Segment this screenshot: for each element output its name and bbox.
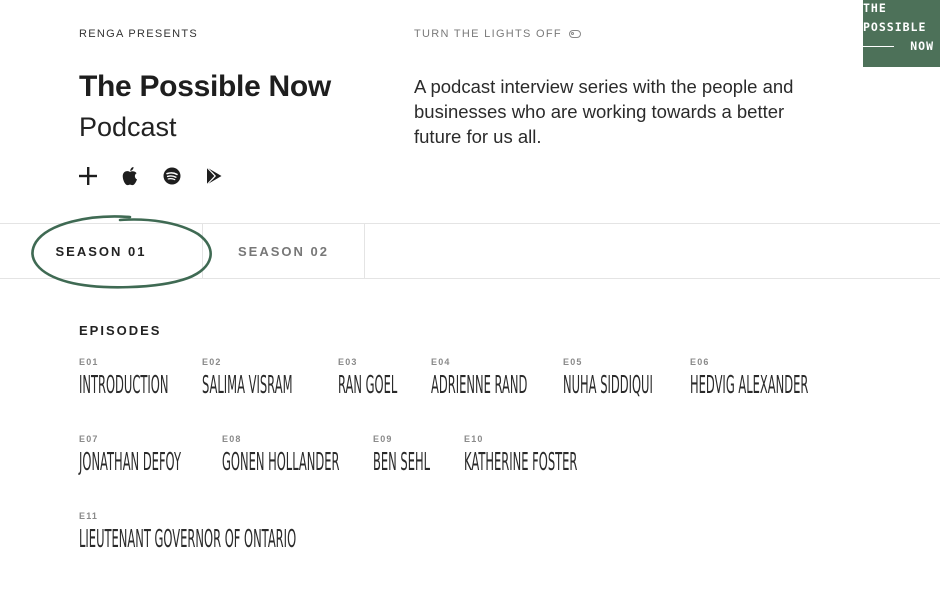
tab-season-02[interactable]: SEASON 02 xyxy=(203,224,365,279)
episode-code: E08 xyxy=(222,434,242,444)
google-play-icon[interactable] xyxy=(204,165,224,187)
episode-link[interactable]: E09 Ben Sehl xyxy=(373,434,431,476)
logo-line-2: POSSIBLE xyxy=(863,20,927,34)
episode-code: E10 xyxy=(464,434,484,444)
episode-code: E03 xyxy=(338,357,358,367)
episode-name: Jonathan Defoy xyxy=(79,447,182,476)
lights-toggle-label: TURN THE LIGHTS OFF xyxy=(414,28,562,40)
page-title: The Possible Now xyxy=(79,70,331,103)
episode-link[interactable]: E10 Katherine Foster xyxy=(464,434,578,476)
logo-rule xyxy=(863,46,894,48)
toggle-icon xyxy=(568,30,581,38)
apple-podcasts-icon[interactable] xyxy=(120,165,140,187)
platform-links xyxy=(78,165,224,187)
episode-name: Hedvig Alexander xyxy=(690,370,809,399)
lights-toggle[interactable]: TURN THE LIGHTS OFF xyxy=(414,28,581,40)
presenter-label: RENGA PRESENTS xyxy=(79,28,199,40)
tab-season-01[interactable]: SEASON 01 xyxy=(0,224,203,279)
episode-link[interactable]: E07 Jonathan Defoy xyxy=(79,434,182,476)
episode-code: E05 xyxy=(563,357,583,367)
episode-name: Ben Sehl xyxy=(373,447,431,476)
episodes-heading: EPISODES xyxy=(79,323,162,338)
episode-name: Introduction xyxy=(79,370,169,399)
episode-link[interactable]: E04 Adrienne Rand xyxy=(431,357,528,399)
episode-code: E07 xyxy=(79,434,99,444)
episode-link[interactable]: E01 Introduction xyxy=(79,357,169,399)
episode-name: Nuha Siddiqui xyxy=(563,370,653,399)
episode-name: Salima Visram xyxy=(202,370,293,399)
episode-name: Katherine Foster xyxy=(464,447,578,476)
episode-name: Gonen Hollander xyxy=(222,447,340,476)
logo-line-3: NOW xyxy=(910,39,934,53)
episode-link[interactable]: E02 Salima Visram xyxy=(202,357,293,399)
episode-name: Lieutenant Governor of Ontario xyxy=(79,524,297,553)
episode-link[interactable]: E05 Nuha Siddiqui xyxy=(563,357,653,399)
tab-label: SEASON 02 xyxy=(238,244,329,259)
episode-name: Ran Goel xyxy=(338,370,398,399)
episode-code: E06 xyxy=(690,357,710,367)
page-subtitle: Podcast xyxy=(79,112,177,142)
episode-link[interactable]: E08 Gonen Hollander xyxy=(222,434,340,476)
episode-link[interactable]: E03 Ran Goel xyxy=(338,357,398,399)
episode-code: E09 xyxy=(373,434,393,444)
podcast-description: A podcast interview series with the peop… xyxy=(414,76,794,147)
episode-name: Adrienne Rand xyxy=(431,370,528,399)
season-tabs: SEASON 01 SEASON 02 xyxy=(0,223,940,279)
episode-code: E02 xyxy=(202,357,222,367)
episode-link[interactable]: E11 Lieutenant Governor of Ontario xyxy=(79,511,297,553)
episode-code: E04 xyxy=(431,357,451,367)
episode-link[interactable]: E06 Hedvig Alexander xyxy=(690,357,809,399)
episode-code: E01 xyxy=(79,357,99,367)
episode-code: E11 xyxy=(79,511,99,521)
tab-label: SEASON 01 xyxy=(55,244,147,259)
site-logo[interactable]: THE POSSIBLE NOW xyxy=(863,0,940,67)
spotify-icon[interactable] xyxy=(162,165,182,187)
add-icon[interactable] xyxy=(78,165,98,187)
logo-line-1: THE xyxy=(863,1,887,15)
